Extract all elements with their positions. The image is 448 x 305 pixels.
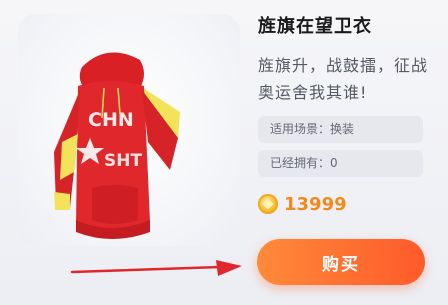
hoodie-image: CHN SHT	[54, 52, 180, 239]
item-title: 旌旗在望卫衣	[258, 16, 372, 37]
svg-text:SHT: SHT	[104, 151, 142, 171]
annotation-arrow-icon	[70, 260, 242, 276]
price-row: 13999	[258, 192, 347, 216]
svg-text:CHN: CHN	[88, 109, 134, 131]
item-price: 13999	[284, 193, 347, 215]
owned-info-box: 已经拥有：0	[258, 150, 423, 177]
item-description: 旌旗升，战鼓擂，征战奥运舍我其谁!	[258, 56, 429, 102]
item-detail-card: CHN SHT 旌旗在望卫衣 旌旗升，战鼓擂，征战奥运舍我其谁! 适用场景：换装…	[0, 0, 448, 305]
coin-icon	[258, 194, 278, 214]
buy-button[interactable]: 购买	[257, 239, 425, 285]
scene-info-box: 适用场景：换装	[258, 116, 423, 143]
